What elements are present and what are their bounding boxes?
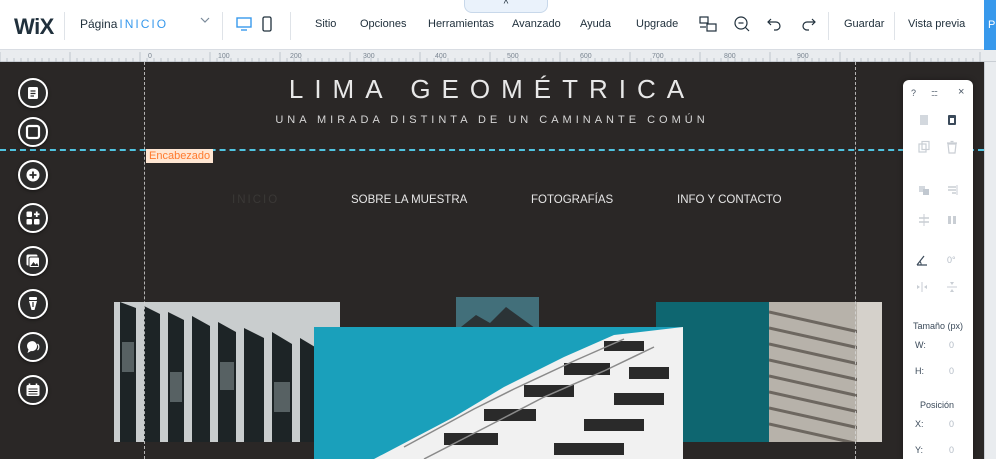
size-title: Tamaño (px) (913, 321, 964, 331)
ruler-tick-label: 600 (580, 53, 592, 60)
menu-options[interactable]: Opciones (360, 18, 406, 30)
menu-advanced[interactable]: Avanzado (512, 18, 561, 30)
ruler-tick-label: 100 (218, 53, 230, 60)
menu-help[interactable]: Ayuda (580, 18, 611, 30)
photo-building-glass[interactable] (114, 302, 340, 442)
match-size-icon[interactable] (945, 213, 959, 227)
height-label: H: (915, 366, 924, 376)
rotation-value[interactable]: 0° (947, 255, 956, 265)
vertical-ruler[interactable] (984, 62, 996, 459)
desktop-view-icon[interactable] (236, 16, 252, 32)
flip-vertical-icon[interactable] (945, 280, 959, 294)
paste-icon[interactable] (945, 113, 959, 127)
pages-button[interactable] (18, 78, 48, 108)
grid-guide-right (855, 62, 856, 459)
background-icon (25, 124, 41, 140)
header-section-label[interactable]: Encabezado (146, 149, 214, 163)
wix-logo[interactable]: WiX (14, 14, 54, 40)
undo-icon[interactable] (765, 14, 785, 34)
editor-canvas[interactable]: LIMA GEOMÉTRICA UNA MIRADA DISTINTA DE U… (0, 62, 984, 459)
pages-icon (28, 87, 38, 99)
divider (894, 12, 895, 40)
menu-tools[interactable]: Herramientas (428, 18, 494, 30)
chevron-down-icon[interactable] (200, 15, 210, 25)
blog-button[interactable] (18, 289, 48, 319)
media-button[interactable] (18, 246, 48, 276)
background-button[interactable] (18, 117, 48, 147)
photo-glass-facade (114, 302, 340, 442)
chat-button[interactable] (18, 332, 48, 362)
properties-panel: ? :::: × 0° Tamaño (px) W: 0 H: 0 Posici… (903, 80, 973, 459)
photo-building-balconies[interactable] (769, 302, 882, 442)
arrange-icon[interactable] (917, 183, 931, 197)
width-value[interactable]: 0 (949, 340, 954, 350)
photo-balconies (769, 302, 882, 442)
page-selector[interactable]: Página INICIO (80, 17, 168, 31)
add-icon (26, 168, 40, 182)
mobile-view-icon[interactable] (262, 16, 272, 32)
horizontal-ruler[interactable]: 0 100 200 300 400 500 600 700 800 900 (0, 50, 996, 62)
ruler-tick-label: 200 (290, 53, 302, 60)
media-icon (26, 254, 40, 268)
ruler-tick-label: 700 (652, 53, 664, 60)
blog-icon (29, 297, 37, 310)
distribute-icon[interactable] (917, 213, 931, 227)
rotate-icon[interactable] (915, 253, 929, 267)
top-bar: WiX Página INICIO Sitio Opciones Herramie… (0, 0, 996, 50)
photo-mountain-shape (456, 297, 539, 331)
nav-contact[interactable]: INFO Y CONTACTO (677, 194, 782, 206)
divider (222, 12, 223, 40)
site-subtitle[interactable]: UNA MIRADA DISTINTA DE UN CAMINANTE COMÚ… (0, 114, 984, 126)
copy-icon[interactable] (917, 113, 931, 127)
ruler-tick-label: 300 (363, 53, 375, 60)
ruler-tick-label: 800 (724, 53, 736, 60)
x-value[interactable]: 0 (949, 419, 954, 429)
panel-drag-handle[interactable]: :::: (931, 88, 938, 98)
y-value[interactable]: 0 (949, 445, 954, 455)
photo-mountain[interactable] (456, 297, 539, 331)
add-button[interactable] (18, 160, 48, 190)
menu-site[interactable]: Sitio (315, 18, 336, 30)
ruler-tick-label: 900 (797, 53, 809, 60)
ruler-tick-label: 500 (507, 53, 519, 60)
ruler-tick-label: 400 (435, 53, 447, 60)
position-title: Posición (920, 400, 955, 410)
grid-guide-left (144, 62, 145, 459)
align-icon[interactable] (945, 183, 959, 197)
panel-close-button[interactable]: × (958, 86, 964, 98)
collapse-toolbar-tab[interactable]: ^ (464, 0, 548, 13)
publish-button[interactable]: P (984, 0, 996, 50)
divider (64, 12, 65, 40)
site-title[interactable]: LIMA GEOMÉTRICA (0, 74, 984, 105)
delete-icon[interactable] (945, 140, 959, 154)
width-label: W: (915, 340, 926, 350)
divider (290, 12, 291, 40)
save-button[interactable]: Guardar (844, 18, 884, 30)
height-value[interactable]: 0 (949, 366, 954, 376)
nav-about[interactable]: SOBRE LA MUESTRA (351, 194, 467, 206)
y-label: Y: (915, 445, 924, 455)
page-label: Página (80, 17, 118, 31)
nav-home[interactable]: INICIO (232, 194, 279, 206)
panel-help-button[interactable]: ? (911, 88, 916, 98)
page-name: INICIO (119, 17, 169, 31)
manage-users-icon[interactable] (698, 14, 718, 34)
zoom-icon[interactable] (732, 14, 752, 34)
ruler-tick-label: 0 (148, 53, 152, 60)
chat-icon (27, 341, 40, 353)
divider (828, 12, 829, 40)
nav-photos[interactable]: FOTOGRAFÍAS (531, 194, 613, 206)
apps-icon (26, 211, 40, 225)
preview-button[interactable]: Vista previa (908, 18, 965, 30)
redo-icon[interactable] (798, 14, 818, 34)
photo-building-white[interactable] (314, 327, 683, 459)
bookings-button[interactable] (18, 375, 48, 405)
apps-button[interactable] (18, 203, 48, 233)
flip-horizontal-icon[interactable] (915, 280, 929, 294)
menu-upgrade[interactable]: Upgrade (636, 18, 678, 30)
bookings-icon (26, 383, 40, 396)
x-label: X: (915, 419, 924, 429)
duplicate-icon[interactable] (917, 140, 931, 154)
photo-white-building (314, 327, 683, 459)
